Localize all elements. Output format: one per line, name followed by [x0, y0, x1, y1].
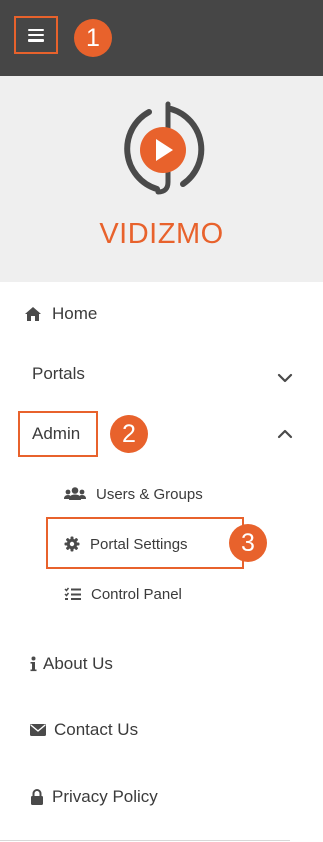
top-bar: 1 — [0, 0, 323, 76]
nav-about-us-label: About Us — [43, 654, 113, 673]
menu-button[interactable] — [14, 16, 58, 54]
users-icon — [64, 486, 86, 502]
nav-about-us[interactable]: About Us — [30, 653, 113, 675]
chevron-up-icon[interactable] — [275, 424, 295, 444]
info-icon — [30, 656, 37, 672]
brand-name: VIDIZMO — [99, 218, 224, 250]
nav-admin-label: Admin — [32, 424, 81, 443]
nav-users-groups[interactable]: Users & Groups — [64, 483, 203, 505]
nav-privacy-policy[interactable]: Privacy Policy — [30, 786, 158, 808]
lock-icon — [30, 789, 44, 805]
callout-badge-1: 1 — [74, 19, 112, 57]
footer-divider — [0, 840, 290, 841]
brand-header: VIDIZMO — [0, 76, 323, 282]
nav-portals-label: Portals — [32, 364, 85, 383]
nav-home-label: Home — [52, 304, 98, 323]
nav-admin[interactable]: Admin — [32, 423, 80, 445]
nav-contact-us[interactable]: Contact Us — [30, 719, 138, 741]
envelope-icon — [30, 724, 46, 736]
hamburger-icon — [28, 28, 44, 42]
vidizmo-logo — [124, 101, 205, 195]
nav-portal-settings-label: Portal Settings — [90, 535, 188, 553]
nav-control-panel-label: Control Panel — [91, 585, 182, 603]
nav-control-panel[interactable]: Control Panel — [64, 583, 182, 605]
nav-home[interactable]: Home — [24, 303, 97, 325]
nav-users-groups-label: Users & Groups — [96, 485, 203, 503]
checklist-icon — [64, 587, 81, 601]
nav-contact-us-label: Contact Us — [54, 720, 139, 739]
chevron-down-icon[interactable] — [275, 368, 295, 388]
callout-badge-2: 2 — [110, 415, 148, 453]
callout-badge-3: 3 — [229, 524, 267, 562]
home-icon — [24, 306, 42, 322]
nav-portals[interactable]: Portals — [32, 363, 85, 385]
nav-portal-settings[interactable]: Portal Settings — [64, 533, 188, 555]
nav-privacy-policy-label: Privacy Policy — [52, 787, 158, 806]
gear-icon — [64, 536, 80, 552]
